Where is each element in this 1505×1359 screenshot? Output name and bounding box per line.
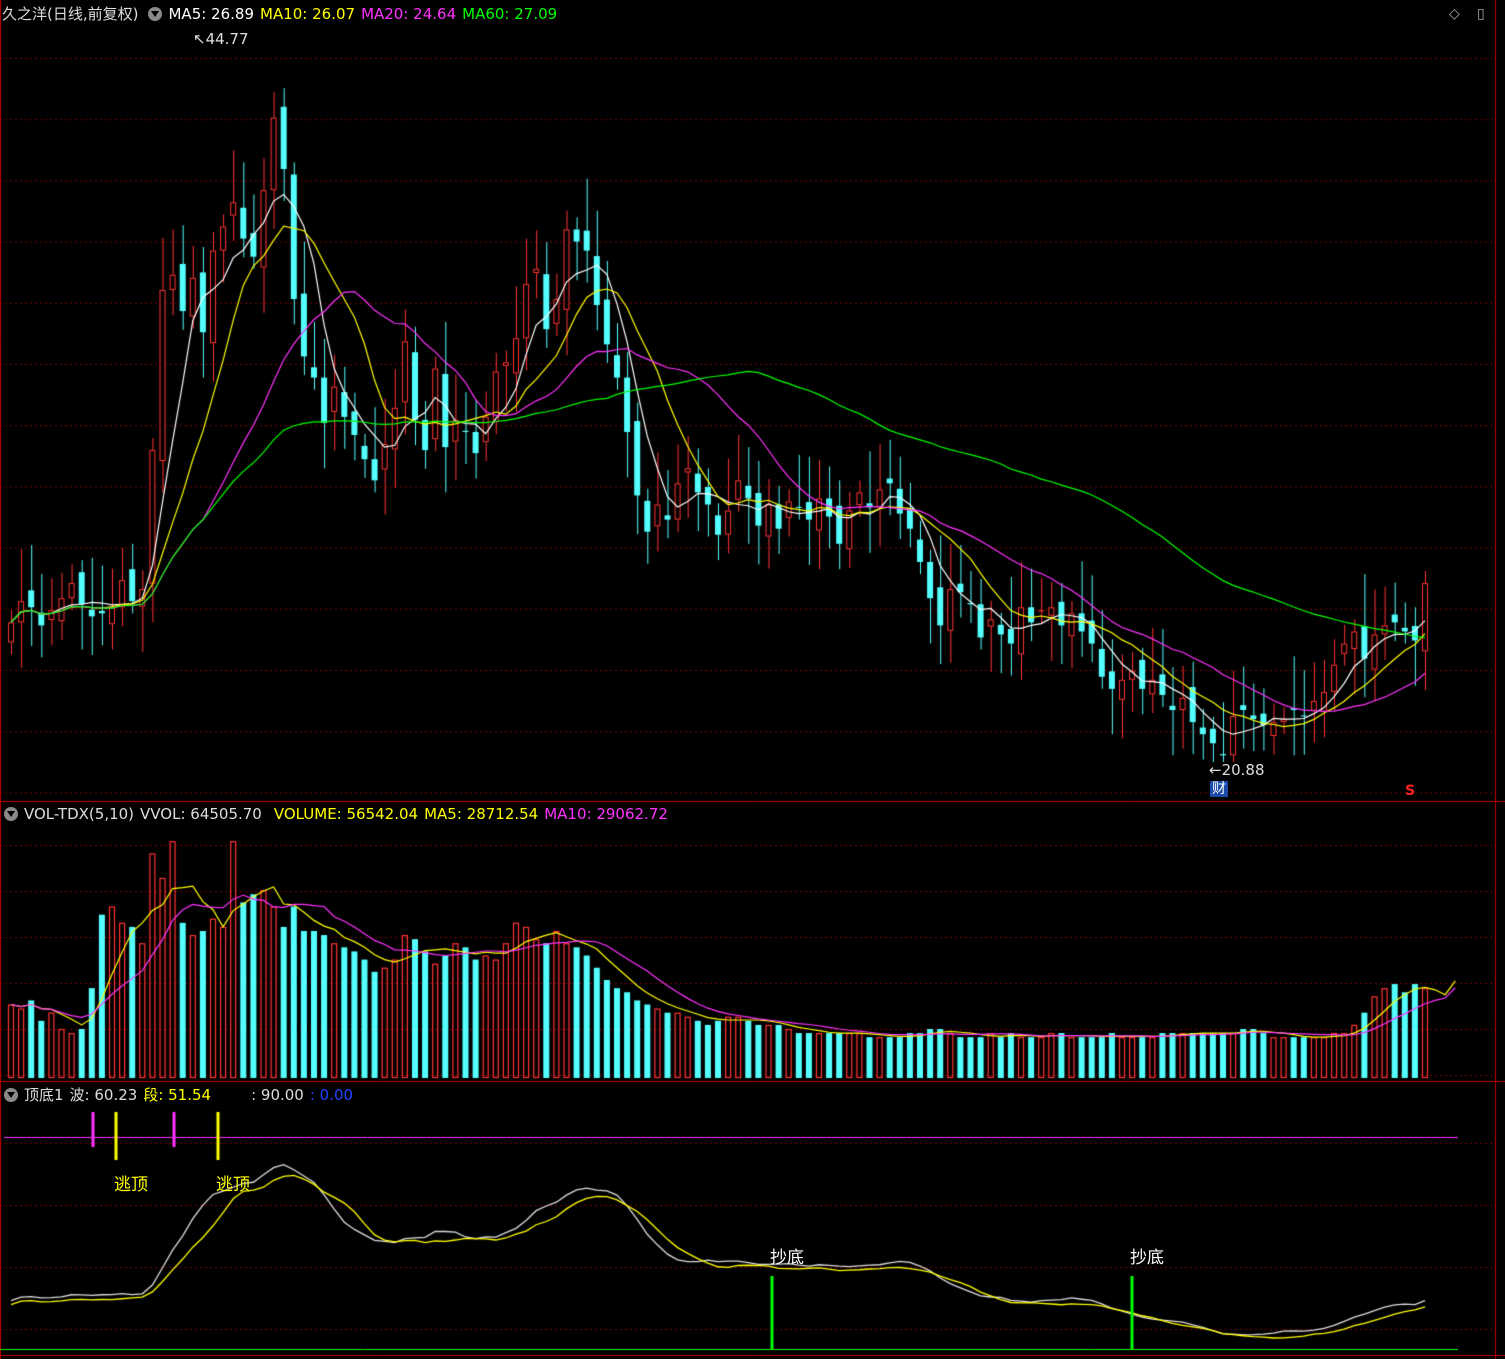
- low-price-label: 20.88: [1221, 761, 1265, 779]
- level-0-label: : 0.00: [309, 1086, 354, 1104]
- ma10-label: MA10: 26.07: [260, 5, 356, 23]
- volume-label: VOLUME: 56542.04: [273, 805, 419, 823]
- buy-bottom-signal-2: 抄底: [1130, 1248, 1164, 1268]
- finance-marker[interactable]: 财: [1210, 781, 1228, 797]
- escape-top-signal-2: 逃顶: [216, 1175, 250, 1195]
- sell-marker[interactable]: S: [1405, 783, 1415, 799]
- buy-bottom-signal-1: 抄底: [770, 1248, 804, 1268]
- window-maximize-icon[interactable]: ▯: [1477, 6, 1485, 22]
- ma5-label: MA5: 26.89: [168, 5, 254, 23]
- wave-label: 波: 60.23: [69, 1086, 138, 1104]
- indicator2-menu-icon[interactable]: [4, 1088, 18, 1102]
- volume-indicator-name[interactable]: VOL-TDX(5,10): [24, 803, 134, 825]
- diamond-icon[interactable]: ◇: [1449, 6, 1460, 22]
- main-panel-header: 久之洋(日线,前复权) MA5: 26.89 MA10: 26.07 MA20:…: [0, 3, 563, 25]
- escape-top-signal-1: 逃顶: [114, 1175, 148, 1195]
- level-90-label: : 90.00: [251, 1086, 304, 1104]
- stock-chart-canvas[interactable]: [0, 0, 1505, 1359]
- vol-ma10-label: MA10: 29062.72: [544, 805, 668, 823]
- indicator-name[interactable]: 顶底1: [24, 1084, 64, 1106]
- indicator-panel-header: 顶底1 波: 60.23 段: 51.54 : 90.00 : 0.00: [0, 1084, 359, 1106]
- volume-menu-icon[interactable]: [4, 807, 18, 821]
- ma60-label: MA60: 27.09: [462, 5, 558, 23]
- ma20-label: MA20: 24.64: [361, 5, 457, 23]
- low-price-marker: ←20.88: [1209, 761, 1265, 779]
- vvol-label: VVOL: 64505.70: [140, 805, 262, 823]
- segment-label: 段: 51.54: [143, 1086, 212, 1104]
- vol-ma5-label: MA5: 28712.54: [424, 805, 539, 823]
- high-price-label: 44.77: [205, 30, 249, 48]
- high-price-marker: ↖44.77: [193, 30, 249, 48]
- indicator-menu-icon[interactable]: [148, 7, 163, 21]
- volume-panel-header: VOL-TDX(5,10) VVOL: 64505.70 VOLUME: 565…: [0, 803, 674, 825]
- stock-title[interactable]: 久之洋(日线,前复权): [2, 3, 138, 25]
